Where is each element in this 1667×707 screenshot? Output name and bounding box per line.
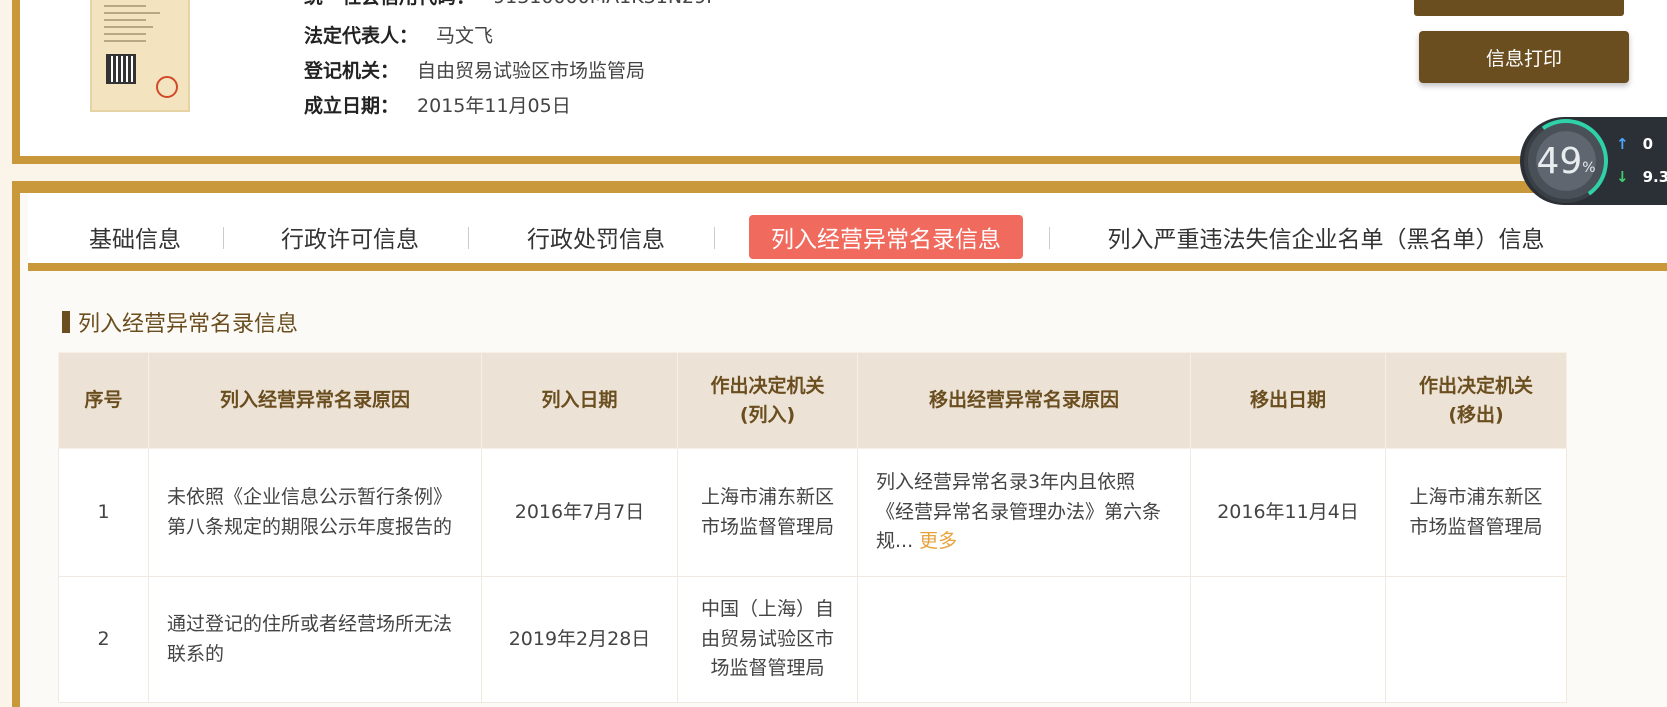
credit-code-value: 91310000MA1K31N29F [493,0,717,8]
legal-rep-label: 法定代表人： [304,25,419,47]
tab-basic-info[interactable]: 基础信息 [80,215,190,259]
more-link[interactable]: 更多 [919,530,957,552]
memory-usage-dial: 49% [1524,119,1608,203]
tab-admin-penalty[interactable]: 行政处罚信息 [526,215,666,259]
authority-label: 登记机关： [304,60,400,82]
business-license-thumbnail[interactable] [90,0,190,112]
cell-remove-date: 2016年11月4日 [1190,448,1386,577]
legal-rep-row: 法定代表人： 马文飞 [304,21,493,48]
arrow-down-icon: ↓ [1616,168,1629,186]
cell-reason: 未依照《企业信息公示暂行条例》第八条规定的期限公示年度报告的 [148,448,482,577]
authority-row: 登记机关： 自由贸易试验区市场监管局 [304,56,645,83]
tab-abnormal-list[interactable]: 列入经营异常名录信息 [749,215,1023,259]
arrow-up-icon: ↑ [1616,135,1629,153]
tab-admin-license[interactable]: 行政许可信息 [280,215,420,259]
cell-remove-reason: 列入经营异常名录3年内且依照《经营异常名录管理办法》第六条规... 更多 [857,448,1191,577]
company-info-card: 统一社会信用代码： 91310000MA1K31N29F 法定代表人： 马文飞 登记… [12,0,1667,164]
col-header-org-out: 作出决定机关 (移出) [1385,352,1567,449]
founded-label: 成立日期： [304,95,400,117]
cell-no: 1 [58,448,149,577]
download-speed: ↓ 9.3 [1616,168,1667,186]
network-speed-widget[interactable]: 49% ↑ 0 ↓ 9.3 [1520,117,1667,205]
usage-percent: 49 [1536,140,1583,182]
credit-code-label: 统一社会信用代码： [304,0,475,8]
col-header-no: 序号 [58,352,149,449]
founded-value: 2015年11月05日 [417,95,571,117]
cell-no: 2 [58,576,149,703]
cell-remove-reason [857,576,1191,703]
credit-code-row: 统一社会信用代码： 91310000MA1K31N29F [304,0,717,9]
section-title: 列入经营异常名录信息 [62,306,298,338]
qr-code-icon [106,54,136,84]
tab-divider [223,227,224,249]
founded-row: 成立日期： 2015年11月05日 [304,91,571,118]
tab-divider [1049,227,1050,249]
upload-speed: ↑ 0 [1616,135,1653,153]
usage-percent-sign: % [1582,160,1596,176]
authority-value: 自由贸易试验区市场监管局 [417,60,646,82]
col-header-reason: 列入经营异常名录原因 [148,352,482,449]
page: 统一社会信用代码： 91310000MA1K31N29F 法定代表人： 马文飞 登记… [0,0,1667,707]
table-row: 2 通过登记的住所或者经营场所无法联系的 2019年2月28日 中国（上海）自由… [58,576,1567,703]
col-header-org-in: 作出决定机关 (列入) [677,352,858,449]
print-info-button[interactable]: 信息打印 [1419,31,1629,83]
upload-value: 0 [1642,135,1654,153]
col-header-date: 列入日期 [481,352,678,449]
seal-icon [156,76,178,98]
cell-org-out [1385,576,1567,703]
tab-divider [468,227,469,249]
abnormal-records-table: 序号 列入经营异常名录原因 列入日期 作出决定机关 (列入) 移出经营异常名录原… [58,352,1567,703]
tab-blacklist[interactable]: 列入严重违法失信企业名单（黑名单）信息 [1106,215,1546,259]
cell-org-in: 中国（上海）自由贸易试验区市场监督管理局 [677,576,858,703]
tab-divider [714,227,715,249]
cell-date: 2019年2月28日 [481,576,678,703]
col-header-remove-reason: 移出经营异常名录原因 [857,352,1191,449]
tab-bar: 基础信息 行政许可信息 行政处罚信息 列入经营异常名录信息 列入严重违法失信企业… [28,193,1667,271]
section-title-text: 列入经营异常名录信息 [78,312,299,337]
records-card: 基础信息 行政许可信息 行政处罚信息 列入经营异常名录信息 列入严重违法失信企业… [12,181,1667,707]
top-action-button[interactable] [1414,0,1624,16]
cell-org-in: 上海市浦东新区市场监督管理局 [677,448,858,577]
col-header-remove-date: 移出日期 [1190,352,1386,449]
download-value: 9.3 [1642,168,1667,186]
table-row: 1 未依照《企业信息公示暂行条例》第八条规定的期限公示年度报告的 2016年7月… [58,448,1567,577]
section-marker [62,311,70,333]
cell-org-out: 上海市浦东新区市场监督管理局 [1385,448,1567,577]
cell-reason: 通过登记的住所或者经营场所无法联系的 [148,576,482,703]
cell-remove-date [1190,576,1386,703]
table-header-row: 序号 列入经营异常名录原因 列入日期 作出决定机关 (列入) 移出经营异常名录原… [58,352,1567,449]
legal-rep-value: 马文飞 [436,25,494,47]
cell-date: 2016年7月7日 [481,448,678,577]
